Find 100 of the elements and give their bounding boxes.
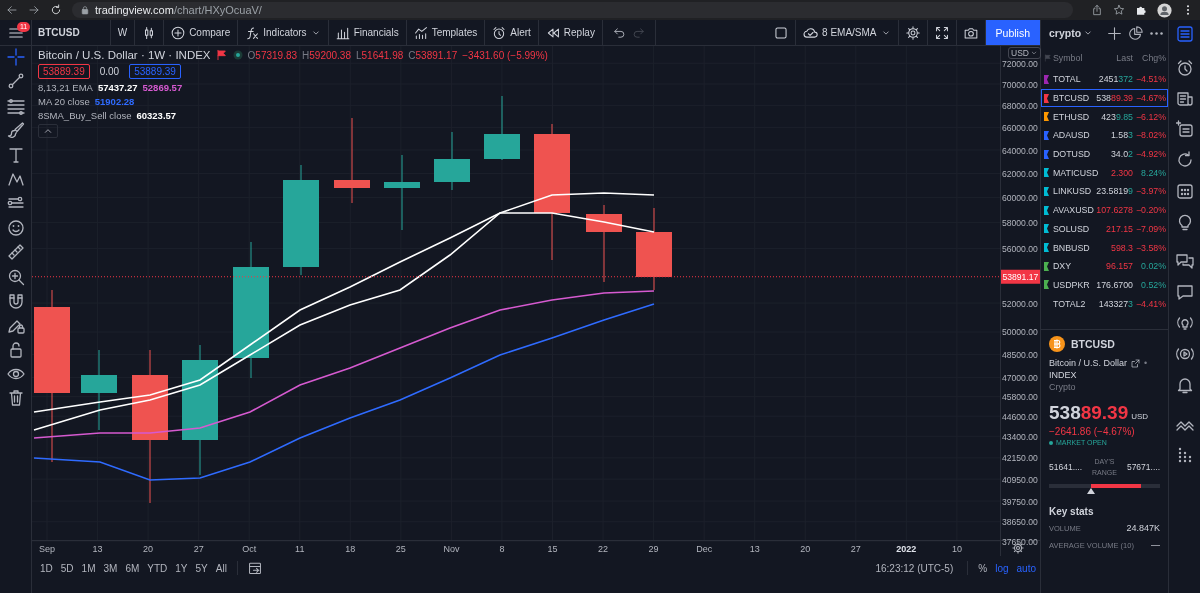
range-button[interactable]: 6M: [121, 562, 144, 574]
last-value: 1.583: [1109, 130, 1133, 141]
external-link-icon[interactable]: [1131, 358, 1141, 368]
templates-icon: [413, 25, 428, 40]
message-icon[interactable]: [1175, 283, 1194, 302]
toolbar-button[interactable]: Templates: [406, 20, 486, 45]
scale-button[interactable]: auto: [1012, 562, 1040, 574]
watchlist-row[interactable]: ADAUSD 1.583 −8.02%: [1041, 126, 1168, 145]
time-axis-label: Dec: [696, 544, 713, 554]
smiley-icon[interactable]: [6, 218, 25, 237]
trend-line-icon[interactable]: [6, 72, 25, 91]
crosshair-icon[interactable]: [6, 48, 25, 66]
watchlist-row[interactable]: USDPKR 176.6700 0.52%: [1041, 275, 1168, 295]
extensions-icon[interactable]: [1135, 4, 1147, 16]
watchlist-row[interactable]: MATICUSD 2.300 8.24%: [1041, 163, 1168, 183]
magnet-icon[interactable]: [6, 291, 25, 310]
range-button[interactable]: 1Y: [171, 562, 192, 574]
change-percent: −4.67%: [1135, 93, 1166, 104]
reload-icon[interactable]: [50, 4, 62, 16]
calendar-icon[interactable]: [1175, 182, 1194, 200]
change-percent: −3.97%: [1135, 186, 1166, 197]
chat-icon[interactable]: [1175, 252, 1194, 271]
symbol-name: BTCUSD: [1071, 338, 1115, 350]
price-axis-label: 48500.00: [1002, 349, 1038, 360]
toolbar-button[interactable]: Alert: [485, 20, 539, 45]
symbol-search[interactable]: BTCUSD: [32, 20, 111, 45]
price-axis-label: 45800.00: [1002, 392, 1038, 403]
price-axis-label: 70000.00: [1002, 79, 1038, 90]
range-button[interactable]: 5Y: [191, 562, 212, 574]
address-bar[interactable]: tradingview.com/chart/HXyOcuaV/: [72, 2, 1073, 18]
range-button[interactable]: 5D: [56, 562, 78, 574]
instrument-type: Crypto: [1049, 382, 1076, 392]
toolbar-button[interactable]: Indicators: [238, 20, 329, 45]
share-icon[interactable]: [1091, 4, 1103, 16]
status-dot-icon: [1049, 440, 1053, 445]
range-button[interactable]: 1D: [36, 562, 57, 574]
change-percent: −6.12%: [1135, 111, 1166, 122]
watchlist-row[interactable]: SOLUSD 217.15 −7.09%: [1041, 219, 1168, 239]
watchlist-row[interactable]: LINKUSD 23.58199 −3.97%: [1041, 182, 1168, 201]
watchlist-row[interactable]: TOTAL 2451372 −4.51%: [1041, 70, 1168, 89]
publish-button[interactable]: Publish: [985, 20, 1040, 45]
watchlist-row[interactable]: AVAXUSD 107.6278 −0.20%: [1041, 200, 1168, 220]
toolbar-button[interactable]: Financials: [328, 20, 407, 45]
brush-icon[interactable]: [6, 121, 25, 140]
indicator-value: 60323.57: [136, 110, 177, 121]
list-add-icon[interactable]: [1175, 120, 1194, 139]
financials-icon: [335, 25, 350, 40]
watchlist-row[interactable]: ETHUSD 4239.85 −6.12%: [1041, 107, 1168, 127]
star-icon[interactable]: [1113, 4, 1125, 16]
price-axis-label: 68000.00: [1002, 100, 1038, 111]
watchlist-row[interactable]: DOTUSD 34.02 −4.92%: [1041, 144, 1168, 164]
change-percent: −3.58%: [1135, 242, 1166, 253]
compare-icon: [171, 25, 186, 40]
watchlist-menu[interactable]: crypto: [1049, 27, 1094, 39]
last-value: 1433273: [1097, 298, 1133, 309]
bell-icon[interactable]: [1175, 375, 1194, 394]
time-axis-label: 20: [800, 544, 811, 554]
time-axis-label: 10: [951, 544, 962, 554]
refresh-icon[interactable]: [1175, 151, 1194, 170]
price-axis-label: 38650.00: [1002, 517, 1038, 528]
toolbar-button[interactable]: Replay: [538, 20, 603, 45]
broadcast-bulb-icon[interactable]: [1175, 314, 1194, 333]
time-axis-label: 2022: [896, 544, 917, 554]
range-button[interactable]: YTD: [143, 562, 172, 574]
layout-menu[interactable]: 8 EMA/SMA: [796, 20, 899, 45]
ruler-icon[interactable]: [6, 243, 25, 262]
caret-icon: [1029, 49, 1038, 57]
scale-button[interactable]: log: [991, 562, 1013, 574]
pie-chart-icon[interactable]: [1128, 25, 1143, 41]
symbol-title: Bitcoin / U.S. Dollar · 1W · INDEX: [38, 49, 211, 61]
flag-icon[interactable]: [215, 49, 228, 61]
watchlist-row[interactable]: BNBUSD 598.3 −3.58%: [1041, 238, 1168, 257]
watchlist-row[interactable]: TOTAL2 1433273 −4.41%: [1041, 294, 1168, 313]
toolbar-button[interactable]: Compare: [164, 20, 239, 45]
currency-dropdown[interactable]: USD: [1008, 47, 1041, 59]
news-icon[interactable]: [1175, 89, 1194, 108]
range-button[interactable]: 3M: [99, 562, 122, 574]
horizontal-lines-icon[interactable]: [6, 96, 25, 115]
last-value: 107.6278: [1095, 205, 1133, 216]
add-symbol-icon[interactable]: [1107, 25, 1122, 41]
last-value: 598.3: [1110, 242, 1133, 253]
avatar-icon[interactable]: [1157, 2, 1172, 18]
last-value: 53889.39: [1095, 93, 1133, 104]
watchlist-row[interactable]: BTCUSD 53889.39 −4.67%: [1041, 88, 1168, 108]
time-axis-label: 15: [547, 544, 558, 554]
scale-button[interactable]: %: [974, 562, 992, 574]
forward-icon[interactable]: [28, 4, 40, 16]
range-button[interactable]: 1M: [77, 562, 100, 574]
lock-icon: [80, 5, 90, 15]
alarm-clock-icon[interactable]: [1175, 58, 1194, 77]
watchlist-icon[interactable]: [1175, 25, 1194, 43]
range-button[interactable]: All: [211, 562, 231, 574]
back-icon[interactable]: [6, 4, 18, 16]
change-value: −3431.60 (−5.99%): [462, 49, 548, 61]
undo-icon[interactable]: [612, 26, 626, 39]
interval-button[interactable]: W: [110, 20, 136, 45]
ohlc-value: O57319.83: [247, 49, 298, 61]
zoom-in-icon[interactable]: [6, 267, 25, 286]
watchlist-row[interactable]: DXY 96.157 0.02%: [1041, 256, 1168, 276]
ohlc-value: C53891.17: [408, 49, 458, 61]
